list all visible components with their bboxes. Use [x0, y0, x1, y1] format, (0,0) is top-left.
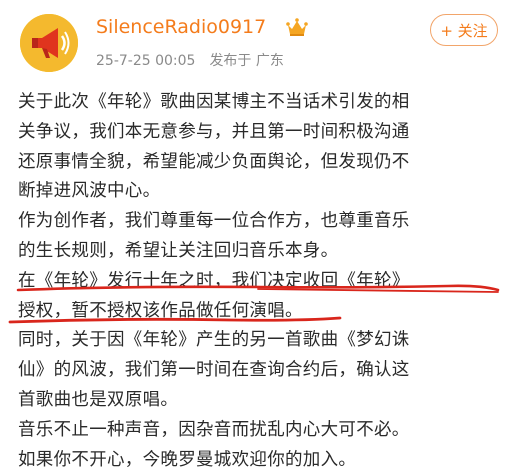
text-line: 音乐不止一种声音，因杂音而扰乱内心大可不必。 [18, 419, 410, 440]
post-paragraph: 关于此次《年轮》歌曲因某博主不当话术引发的相 关争议，我们本无意参与，并且第一时间… [18, 88, 502, 207]
megaphone-icon [20, 14, 78, 72]
post-content: 关于此次《年轮》歌曲因某博主不当话术引发的相 关争议，我们本无意参与，并且第一时间… [18, 88, 502, 475]
post-paragraph: 音乐不止一种声音，因杂音而扰乱内心大可不必。 [18, 416, 502, 446]
post-meta: 25-7-25 00:05 发布于 广东 [96, 50, 284, 70]
crown-badge-icon [286, 18, 308, 36]
text-line: 关争议，我们本无意参与，并且第一时间积极沟通 [18, 121, 410, 142]
text-line: 首歌曲也是双原唱。 [18, 389, 179, 410]
avatar[interactable] [20, 14, 78, 72]
text-line: 作为创作者，我们尊重每一位合作方，也尊重音乐 [18, 211, 410, 232]
weibo-post: SilenceRadio0917 25-7-25 00:05 发布于 广东 + 关… [0, 0, 514, 470]
username[interactable]: SilenceRadio0917 [96, 16, 266, 38]
location: 发布于 广东 [209, 53, 284, 69]
text-line: 关于此次《年轮》歌曲因某博主不当话术引发的相 [18, 92, 410, 112]
post-paragraph: 如果你不开心，今晚罗曼城欢迎你的加入。 [18, 446, 502, 475]
post-paragraph: 在《年轮》发行十年之时，我们决定收回《年轮》 授权，暂不授权该作品做任何演唱。 [18, 267, 502, 327]
timestamp[interactable]: 25-7-25 00:05 [96, 53, 195, 69]
post-paragraph: 同时，关于因《年轮》产生的另一首歌曲《梦幻诛 仙》的风波，我们第一时间在查询合约后… [18, 326, 502, 415]
text-line: 同时，关于因《年轮》产生的另一首歌曲《梦幻诛 [18, 330, 410, 351]
text-line: 仙》的风波，我们第一时间在查询合约后，确认这 [18, 360, 410, 381]
text-line: 如果你不开心，今晚罗曼城欢迎你的加入。 [18, 449, 357, 470]
text-line: 的生长规则，希望让关注回归音乐本身。 [18, 240, 339, 261]
text-line: 授权，暂不授权该作品做任何演唱。 [18, 300, 303, 321]
text-line: 断掉进风波中心。 [18, 181, 161, 202]
text-line: 还原事情全貌，希望能减少负面舆论，但发现仍不 [18, 151, 410, 172]
follow-button[interactable]: + 关注 [430, 14, 498, 46]
post-paragraph: 作为创作者，我们尊重每一位合作方，也尊重音乐 的生长规则，希望让关注回归音乐本身。 [18, 207, 502, 267]
text-line: 在《年轮》发行十年之时，我们决定收回《年轮》 [18, 270, 410, 291]
